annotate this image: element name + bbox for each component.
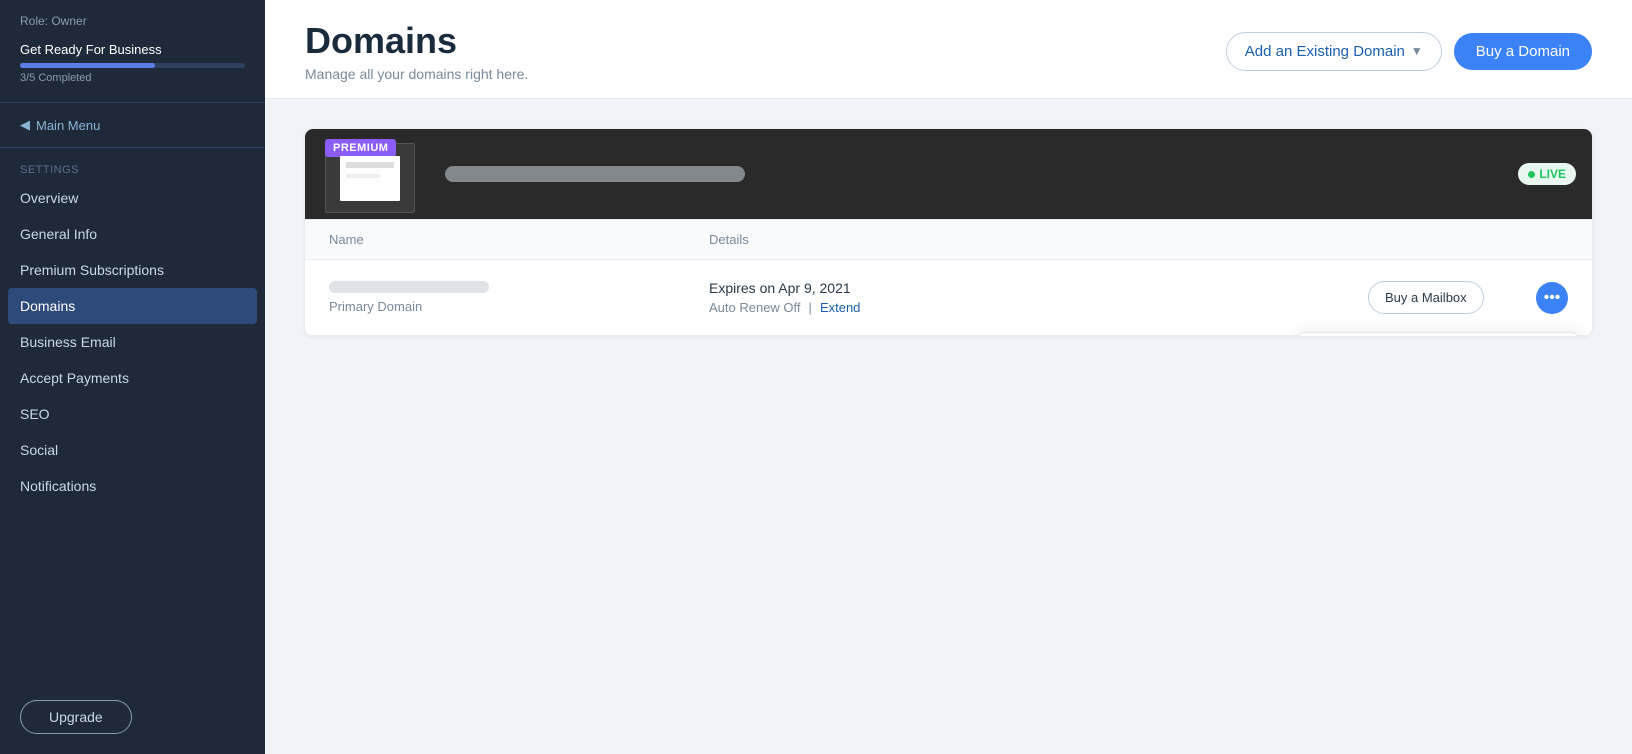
progress-label: 3/5 Completed <box>20 72 245 84</box>
domain-name-blurred <box>329 281 489 293</box>
onboarding-title: Get Ready For Business <box>20 42 245 57</box>
domain-card: PREMIUM LIVE Name Details <box>305 129 1592 336</box>
auto-renew-text: Auto Renew Off <box>709 300 801 315</box>
preview-inner <box>340 156 400 201</box>
buy-mailbox-button[interactable]: Buy a Mailbox <box>1368 281 1484 314</box>
extend-link[interactable]: Extend <box>820 300 860 315</box>
page-title-area: Domains Manage all your domains right he… <box>305 20 528 82</box>
sidebar-divider-mid <box>0 147 265 148</box>
table-row: Primary Domain Expires on Apr 9, 2021 Au… <box>305 260 1592 336</box>
domain-name-blurred-preview <box>445 166 745 182</box>
buy-domain-button[interactable]: Buy a Domain <box>1454 33 1592 70</box>
domain-primary-label: Primary Domain <box>329 299 709 314</box>
sidebar-section-settings: Settings <box>0 152 265 180</box>
dropdown-menu: Assign to a Different Site Unassign from… <box>1298 332 1578 337</box>
onboarding-section: Get Ready For Business 3/5 Completed <box>0 34 265 98</box>
progress-bar-fill <box>20 63 155 68</box>
domain-preview: PREMIUM LIVE <box>305 129 1592 219</box>
sidebar-item-domains[interactable]: Domains <box>8 288 257 324</box>
header-actions: Add an Existing Domain ▼ Buy a Domain <box>1226 32 1592 71</box>
page-title: Domains <box>305 20 528 62</box>
more-actions-container: ••• Assign to a Different Site Unassign … <box>1494 282 1568 314</box>
page-subtitle: Manage all your domains right here. <box>305 66 528 82</box>
live-dot-icon <box>1528 171 1535 178</box>
sidebar-item-notifications[interactable]: Notifications <box>0 468 265 504</box>
table-header: Name Details <box>305 219 1592 260</box>
sidebar-item-overview[interactable]: Overview <box>0 180 265 216</box>
more-options-button[interactable]: ••• <box>1536 282 1568 314</box>
content-area: PREMIUM LIVE Name Details <box>265 99 1632 754</box>
ellipsis-icon: ••• <box>1544 289 1561 307</box>
main-menu-label: Main Menu <box>36 118 100 133</box>
renew-row: Auto Renew Off | Extend <box>709 300 1368 315</box>
sidebar-item-seo[interactable]: SEO <box>0 396 265 432</box>
sidebar-item-accept-payments[interactable]: Accept Payments <box>0 360 265 396</box>
sidebar-item-premium-subscriptions[interactable]: Premium Subscriptions <box>0 252 265 288</box>
main-content: Domains Manage all your domains right he… <box>265 0 1632 754</box>
premium-badge: PREMIUM <box>325 139 396 157</box>
sidebar-main-menu[interactable]: ◀ Main Menu <box>0 107 265 143</box>
col-header-actions <box>1368 232 1568 247</box>
upgrade-button[interactable]: Upgrade <box>20 700 132 734</box>
add-existing-label: Add an Existing Domain <box>1245 43 1405 60</box>
chevron-left-icon: ◀ <box>20 117 30 133</box>
domain-table: Name Details Primary Domain Expires on A… <box>305 219 1592 336</box>
col-header-details: Details <box>709 232 1368 247</box>
progress-bar-bg <box>20 63 245 68</box>
live-badge-label: LIVE <box>1539 167 1566 181</box>
domain-name-cell: Primary Domain <box>329 281 709 314</box>
sidebar: Role: Owner Get Ready For Business 3/5 C… <box>0 0 265 754</box>
divider-pipe: | <box>809 300 812 315</box>
add-existing-domain-button[interactable]: Add an Existing Domain ▼ <box>1226 32 1442 71</box>
sidebar-item-general-info[interactable]: General Info <box>0 216 265 252</box>
sidebar-upgrade-area: Upgrade <box>20 700 245 734</box>
sidebar-item-social[interactable]: Social <box>0 432 265 468</box>
sidebar-role: Role: Owner <box>0 0 265 34</box>
chevron-down-icon: ▼ <box>1411 44 1423 58</box>
sidebar-divider-top <box>0 102 265 103</box>
domain-details-cell: Expires on Apr 9, 2021 Auto Renew Off | … <box>709 280 1368 315</box>
col-header-name: Name <box>329 232 709 247</box>
page-header: Domains Manage all your domains right he… <box>265 0 1632 99</box>
live-badge: LIVE <box>1518 163 1576 185</box>
sidebar-item-business-email[interactable]: Business Email <box>0 324 265 360</box>
domain-actions-cell: Buy a Mailbox ••• Assign to a Different … <box>1368 281 1568 314</box>
expires-text: Expires on Apr 9, 2021 <box>709 280 1368 296</box>
